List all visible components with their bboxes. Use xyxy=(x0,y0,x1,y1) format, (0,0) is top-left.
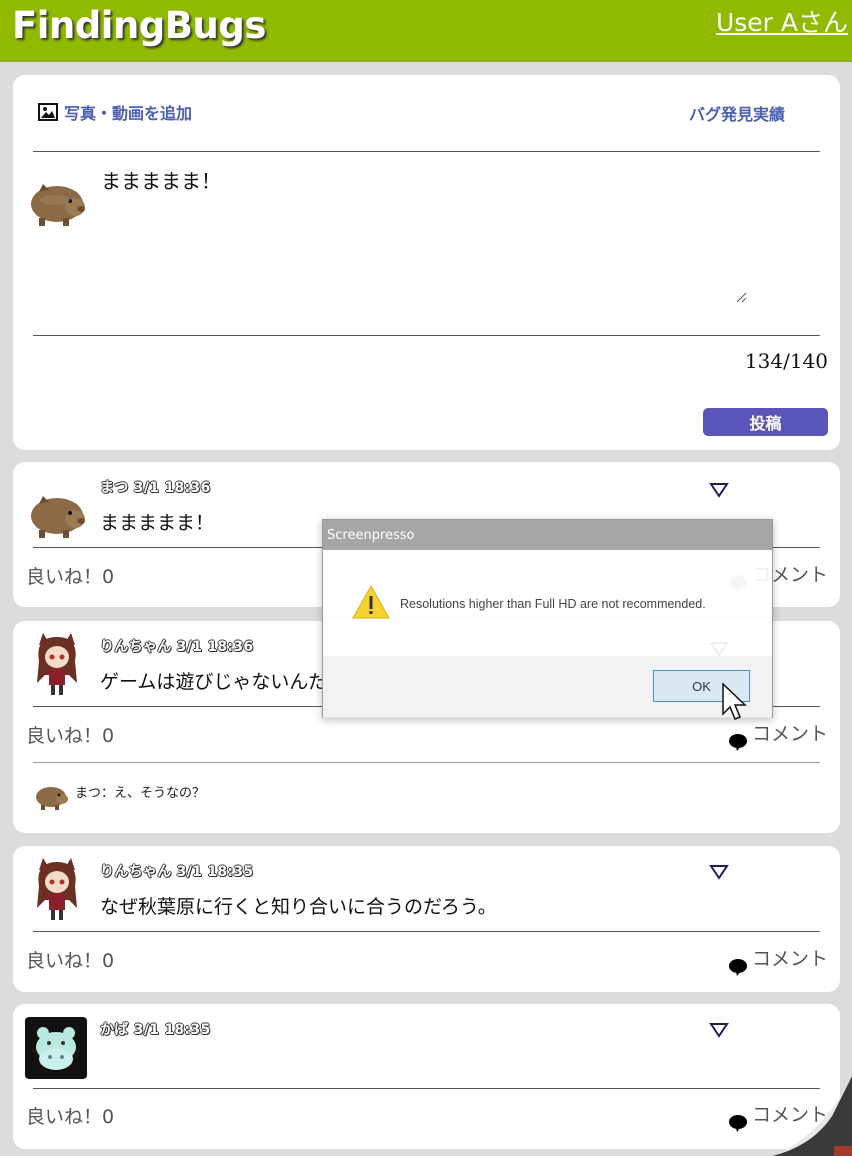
bug-record-link[interactable]: バグ発見実績 xyxy=(689,101,785,125)
post-meta: りんちゃん 3/1 18:36 xyxy=(100,639,254,655)
screenpresso-dialog: Screenpresso Resolutions higher than Ful… xyxy=(322,519,773,718)
reply-text: まつ：え、そうなの？ xyxy=(75,786,206,801)
warning-icon xyxy=(352,584,390,619)
user-link[interactable]: User Aさん xyxy=(716,3,848,39)
app-logo[interactable]: FindingBugs xyxy=(12,4,266,47)
char-counter: 134/140 xyxy=(744,349,828,373)
like-button[interactable]: 良いね！0 xyxy=(26,562,114,589)
comment-button[interactable]: コメント xyxy=(728,944,828,976)
comment-label: コメント xyxy=(751,948,828,970)
image-icon xyxy=(38,103,58,121)
post-button[interactable]: 投稿 xyxy=(703,408,828,436)
post-card: かば 3/1 18:35 良いね！0 コメント xyxy=(13,1004,840,1149)
anime-girl-avatar xyxy=(37,633,77,695)
comment-button[interactable]: コメント xyxy=(728,719,828,751)
post-text: ゲームは遊びじゃないんだ！ xyxy=(100,671,347,693)
divider xyxy=(33,1088,820,1089)
menu-triangle-icon[interactable] xyxy=(709,1022,729,1038)
mouse-cursor-icon xyxy=(722,682,747,720)
divider xyxy=(33,762,820,763)
speech-bubble-icon xyxy=(728,734,747,751)
divider xyxy=(33,151,820,152)
boar-avatar xyxy=(31,496,85,538)
resize-grip-icon[interactable] xyxy=(735,291,747,303)
like-button[interactable]: 良いね！0 xyxy=(26,1102,114,1129)
anime-girl-avatar xyxy=(37,858,77,920)
add-media-label: 写真・動画を追加 xyxy=(64,104,193,123)
top-bar: FindingBugs User Aさん xyxy=(0,0,852,62)
post-meta: かば 3/1 18:35 xyxy=(100,1022,211,1038)
like-button[interactable]: 良いね！0 xyxy=(26,721,114,748)
post-composer: 写真・動画を追加 バグ発見実績 134/140 投稿 xyxy=(13,75,840,450)
dialog-title[interactable]: Screenpresso xyxy=(323,520,772,550)
post-card: りんちゃん 3/1 18:35 なぜ秋葉原に行くと知り合いに合うのだろう。 良い… xyxy=(13,846,840,992)
add-media-button[interactable]: 写真・動画を追加 xyxy=(38,100,192,124)
menu-triangle-icon[interactable] xyxy=(709,482,729,498)
boar-avatar xyxy=(36,787,68,810)
post-text: なぜ秋葉原に行くと知り合いに合うのだろう。 xyxy=(100,896,497,918)
post-textarea[interactable] xyxy=(101,165,751,305)
speech-bubble-icon xyxy=(728,959,747,976)
hippo-avatar xyxy=(25,1017,87,1079)
page-curl-icon xyxy=(772,1076,852,1156)
comment-label: コメント xyxy=(751,723,828,745)
divider xyxy=(33,335,820,336)
post-text: ままままま！ xyxy=(100,512,215,534)
divider xyxy=(33,931,820,932)
post-meta: まつ 3/1 18:36 xyxy=(100,480,211,496)
like-button[interactable]: 良いね！0 xyxy=(26,946,114,973)
speech-bubble-icon xyxy=(728,1115,747,1132)
post-meta: りんちゃん 3/1 18:35 xyxy=(100,864,254,880)
menu-triangle-icon[interactable] xyxy=(709,864,729,880)
dialog-message: Resolutions higher than Full HD are not … xyxy=(400,597,706,611)
boar-avatar xyxy=(31,184,85,226)
